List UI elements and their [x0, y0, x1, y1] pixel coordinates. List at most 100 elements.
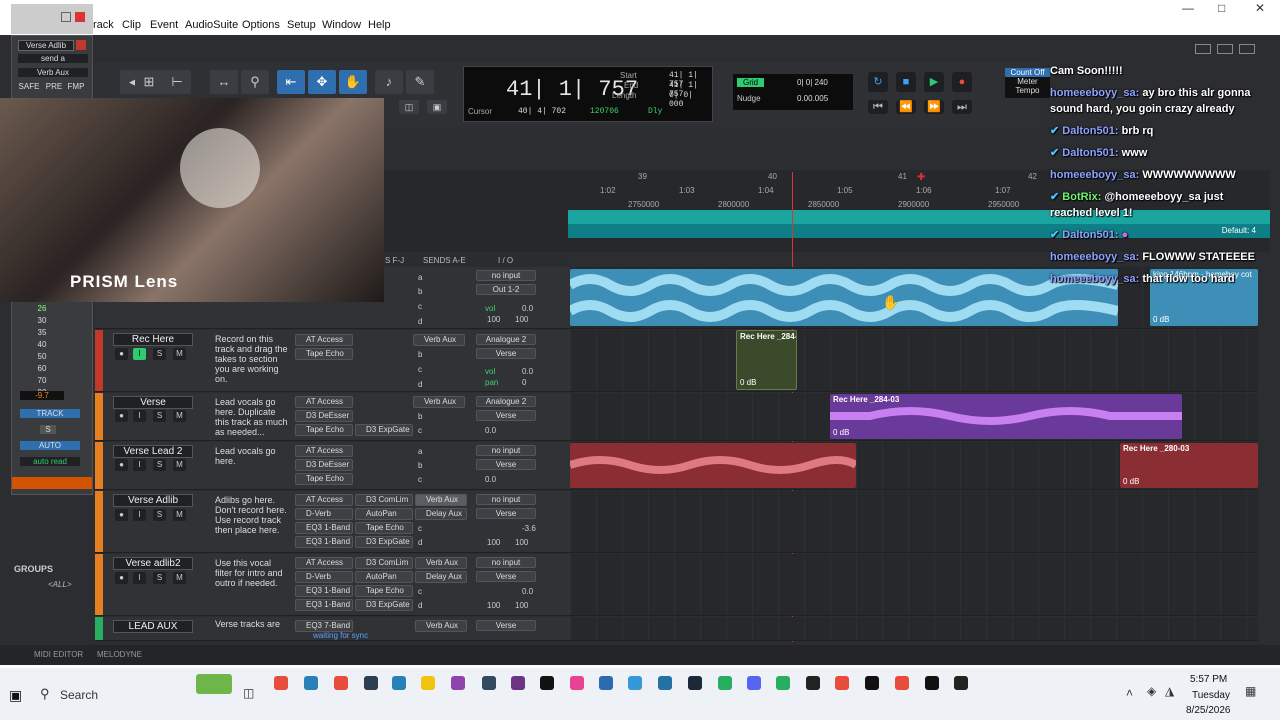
safe-button[interactable]: SAFE [18, 82, 40, 91]
input-monitor-button[interactable]: I [133, 410, 146, 422]
notification-icon[interactable]: ▦ [1245, 684, 1256, 698]
app-icon[interactable] [540, 676, 554, 690]
track-comment[interactable]: Verse tracks are [215, 619, 290, 629]
input-monitor-button[interactable]: I [133, 459, 146, 471]
insert-slot[interactable]: D3 ComLim [355, 557, 413, 569]
track-lane[interactable] [570, 491, 1258, 553]
insert-icon[interactable]: ▣ [427, 100, 447, 114]
track-comment[interactable]: Adlibs go here. Don't record here. Use r… [215, 495, 290, 535]
send-b[interactable]: b [418, 287, 422, 296]
track-button[interactable]: TRACK [20, 409, 80, 418]
volume-value[interactable]: -3.6 [522, 524, 536, 533]
loop-icon[interactable]: ↻ [868, 72, 888, 92]
insert-slot[interactable]: EQ3 1-Band [295, 522, 353, 534]
window-max-icon[interactable] [1217, 44, 1233, 54]
insert-slot[interactable]: Tape Echo [295, 348, 353, 360]
midi-editor-tab[interactable]: MIDI EDITOR [34, 650, 83, 659]
insert-slot[interactable]: AutoPan [355, 571, 413, 583]
input-monitor-button[interactable]: I [133, 348, 146, 360]
strip-solo-button[interactable]: S [40, 425, 56, 434]
app-icon[interactable] [482, 676, 496, 690]
insert-slot[interactable]: EQ3 1-Band [295, 599, 353, 611]
grabber-tool-icon[interactable]: ✋ [339, 70, 367, 94]
zoom-app-icon[interactable] [599, 676, 613, 690]
volume-value[interactable]: 0.0 [485, 426, 496, 435]
pan-left[interactable]: 100 [487, 538, 500, 547]
track-comment[interactable]: Use this vocal filter for intro and outr… [215, 558, 290, 588]
send-slot[interactable]: Delay Aux [415, 571, 467, 583]
record-arm-icon[interactable]: ● [115, 348, 128, 360]
insert-slot[interactable]: D3 DeEsser [295, 459, 353, 471]
output-selector[interactable]: Out 1-2 [476, 284, 536, 295]
send-a[interactable]: a [418, 447, 422, 456]
send-b[interactable]: b [418, 461, 422, 470]
track-comment[interactable]: Lead vocals go here. [215, 446, 290, 466]
edge-icon[interactable] [304, 676, 318, 690]
track-name[interactable]: Verse Lead 2 [113, 445, 193, 458]
discord-icon[interactable] [747, 676, 761, 690]
stop-icon[interactable]: ■ [896, 72, 916, 92]
volume-value[interactable]: 0.0 [485, 475, 496, 484]
app-icon[interactable] [274, 676, 288, 690]
app-icon[interactable] [364, 676, 378, 690]
pan-right[interactable]: 100 [515, 315, 528, 324]
insert-slot[interactable]: AT Access [295, 557, 353, 569]
automation-mode[interactable]: auto read [20, 457, 80, 466]
fmp-button[interactable]: FMP [66, 82, 86, 91]
outlook-icon[interactable] [392, 676, 406, 690]
zoom-icon[interactable]: ⊞ [135, 70, 163, 94]
scrubber-tool-icon[interactable]: ♪ [375, 70, 403, 94]
track-lane[interactable]: Rec Here _280-03 0 dB [570, 442, 1258, 490]
audio-clip[interactable]: Rec Here _284- 0 dB [736, 330, 797, 390]
volume-value[interactable]: 0.0 [522, 587, 533, 596]
send-c[interactable]: c [418, 302, 422, 311]
app-icon[interactable] [835, 676, 849, 690]
app-icon[interactable] [925, 676, 939, 690]
app-icon[interactable] [570, 676, 584, 690]
length-value[interactable]: 0| 0| 000 [669, 91, 712, 109]
app-icon[interactable] [865, 676, 879, 690]
send-c[interactable]: c [418, 365, 422, 374]
maximize-icon[interactable]: □ [1218, 1, 1225, 15]
strip-window-close-icon[interactable] [75, 12, 85, 22]
send-c[interactable]: c [418, 426, 422, 435]
output-selector[interactable]: Verse [476, 571, 536, 582]
record-arm-icon[interactable]: ● [115, 459, 128, 471]
output-selector[interactable]: Verse [476, 348, 536, 359]
excel-icon[interactable] [718, 676, 732, 690]
strip-restore-icon[interactable] [61, 12, 71, 22]
send-slot[interactable]: Delay Aux [415, 508, 467, 520]
send-slot[interactable]: Verb Aux [415, 557, 467, 569]
audio-clip[interactable] [570, 269, 1118, 326]
app-icon[interactable] [511, 676, 525, 690]
menu-audiosuite[interactable]: AudioSuite [185, 19, 238, 31]
file-explorer-icon[interactable] [421, 676, 435, 690]
solo-button[interactable]: S [153, 572, 166, 584]
insert-slot[interactable]: D3 ComLim [355, 494, 413, 506]
insert-slot[interactable]: AT Access [295, 445, 353, 457]
nudge-value[interactable]: 0.00.005 [797, 94, 828, 103]
magnify-icon[interactable]: ⚲ [241, 70, 269, 94]
record-arm-icon[interactable]: ● [115, 410, 128, 422]
grid-button[interactable]: Grid [737, 78, 765, 87]
track-name[interactable]: Verse Adlib [113, 494, 193, 507]
send-slot[interactable]: Verb Aux [415, 620, 467, 632]
chrome-icon[interactable] [334, 676, 348, 690]
automation-button[interactable]: AUTO [20, 441, 80, 450]
fast-forward-icon[interactable]: ⏩ [924, 100, 944, 114]
insert-slot[interactable]: D-Verb [295, 508, 353, 520]
output-selector[interactable]: Verse [476, 459, 536, 470]
menu-track[interactable]: rack [93, 19, 114, 31]
menu-event[interactable]: Event [150, 19, 178, 31]
insert-slot[interactable]: Tape Echo [295, 424, 353, 436]
insert-slot[interactable]: Tape Echo [355, 522, 413, 534]
trim-icon[interactable]: ⊢ [163, 70, 191, 94]
chevron-up-icon[interactable]: ˄ [1126, 686, 1133, 700]
groups-all[interactable]: <ALL> [48, 580, 72, 589]
insert-slot[interactable]: AT Access [295, 334, 353, 346]
window-close-icon[interactable] [1239, 44, 1255, 54]
mute-button[interactable]: M [173, 348, 186, 360]
app-icon[interactable] [658, 676, 672, 690]
chrome-icon[interactable] [895, 676, 909, 690]
record-arm-icon[interactable]: ● [115, 509, 128, 521]
